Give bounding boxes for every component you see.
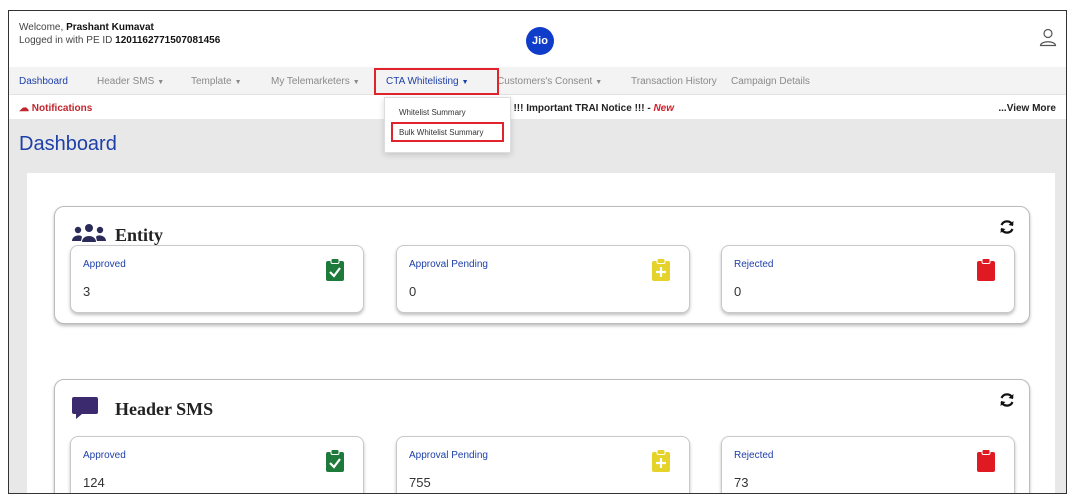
clipboard-icon xyxy=(977,449,995,472)
welcome-line: Welcome, Prashant Kumavat xyxy=(19,21,220,34)
welcome-prefix: Welcome, xyxy=(19,22,64,33)
chevron-down-icon: ▼ xyxy=(352,79,360,86)
card-value: 124 xyxy=(83,475,105,490)
nav-label: My Telemarketers xyxy=(271,76,350,87)
nav-label: Template xyxy=(191,76,232,87)
card-label: Approval Pending xyxy=(409,259,488,270)
dashboard-panel: Entity Approved 3 Approval Pending 0 Rej… xyxy=(27,173,1055,493)
clipboard-icon xyxy=(977,258,995,281)
card-label: Approved xyxy=(83,259,126,270)
card-label: Approved xyxy=(83,450,126,461)
menu-item-whitelist-summary[interactable]: Whitelist Summary xyxy=(399,108,466,117)
nav-template[interactable]: Template ▼ xyxy=(191,76,242,87)
user-name: Prashant Kumavat xyxy=(66,22,154,33)
main-nav: Dashboard Header SMS ▼ Template ▼ My Telem… xyxy=(9,67,1066,95)
cta-dropdown-menu: Whitelist Summary Bulk Whitelist Summary xyxy=(384,97,511,153)
entity-section: Entity Approved 3 Approval Pending 0 Rej… xyxy=(54,206,1030,324)
header-sms-pending-card[interactable]: Approval Pending 755 xyxy=(396,436,690,493)
chevron-down-icon: ▼ xyxy=(595,79,603,86)
nav-label: Transaction History xyxy=(631,76,717,87)
nav-transaction-history[interactable]: Transaction History xyxy=(631,76,717,87)
nav-label: Campaign Details xyxy=(731,76,810,87)
notification-bar: ☁︎ Notifications 024 !!! Important TRAI … xyxy=(9,97,1066,119)
page-title: Dashboard xyxy=(19,133,117,155)
nav-dashboard[interactable]: Dashboard xyxy=(19,76,68,87)
nav-label: Dashboard xyxy=(19,76,68,87)
nav-my-telemarketers[interactable]: My Telemarketers ▼ xyxy=(271,76,360,87)
notifications-label: Notifications xyxy=(31,103,93,114)
card-value: 3 xyxy=(83,284,91,299)
top-header: Welcome, Prashant Kumavat Logged in with… xyxy=(9,11,1066,67)
app-window: Welcome, Prashant Kumavat Logged in with… xyxy=(8,10,1067,494)
card-label: Rejected xyxy=(734,259,774,270)
refresh-icon[interactable] xyxy=(999,219,1015,235)
clipboard-plus-icon xyxy=(652,449,670,472)
notification-text: 024 !!! Important TRAI Notice !!! - xyxy=(494,103,654,114)
cta-highlight-box xyxy=(374,68,499,95)
megaphone-icon: ☁︎ xyxy=(19,103,29,114)
card-label: Approval Pending xyxy=(409,450,488,461)
user-icon[interactable] xyxy=(1038,27,1058,47)
login-line: Logged in with PE ID 1201162771507081456 xyxy=(19,34,220,47)
entity-approved-card[interactable]: Approved 3 xyxy=(70,245,364,313)
card-value: 0 xyxy=(734,284,742,299)
nav-customers-consent[interactable]: Customers's Consent ▼ xyxy=(497,76,602,87)
chevron-down-icon: ▼ xyxy=(157,79,165,86)
clipboard-plus-icon xyxy=(652,258,670,281)
bulk-highlight-box xyxy=(391,122,504,142)
card-value: 0 xyxy=(409,284,417,299)
users-icon xyxy=(72,224,106,242)
header-sms-section: Header SMS Approved 124 Approval Pending… xyxy=(54,379,1030,493)
entity-pending-card[interactable]: Approval Pending 0 xyxy=(396,245,690,313)
welcome-block: Welcome, Prashant Kumavat Logged in with… xyxy=(19,21,220,47)
section-title: Entity xyxy=(115,225,164,245)
view-more-link[interactable]: ...View More xyxy=(998,103,1056,114)
nav-label: Header SMS xyxy=(97,76,155,87)
nav-campaign-details[interactable]: Campaign Details xyxy=(731,76,810,87)
main-content: Dashboard Entity Approved 3 Approval Pen… xyxy=(9,119,1066,493)
pe-id: 1201162771507081456 xyxy=(115,35,221,46)
card-label: Rejected xyxy=(734,450,774,461)
card-value: 73 xyxy=(734,475,749,490)
chevron-down-icon: ▼ xyxy=(234,79,242,86)
new-tag: New xyxy=(653,103,675,114)
card-value: 755 xyxy=(409,475,431,490)
nav-label: Customers's Consent xyxy=(497,76,593,87)
header-sms-approved-card[interactable]: Approved 124 xyxy=(70,436,364,493)
notifications-link[interactable]: ☁︎ Notifications xyxy=(19,103,92,114)
refresh-icon[interactable] xyxy=(999,392,1015,408)
entity-rejected-card[interactable]: Rejected 0 xyxy=(721,245,1015,313)
section-title: Header SMS xyxy=(115,399,214,419)
notification-ticker[interactable]: 024 !!! Important TRAI Notice !!! - New xyxy=(494,103,674,114)
nav-header-sms[interactable]: Header SMS ▼ xyxy=(97,76,164,87)
clipboard-check-icon xyxy=(326,449,344,472)
jio-logo[interactable]: Jio xyxy=(526,27,554,55)
message-icon xyxy=(72,397,98,419)
logged-in-prefix: Logged in with PE ID xyxy=(19,35,113,46)
clipboard-check-icon xyxy=(326,258,344,281)
header-sms-rejected-card[interactable]: Rejected 73 xyxy=(721,436,1015,493)
